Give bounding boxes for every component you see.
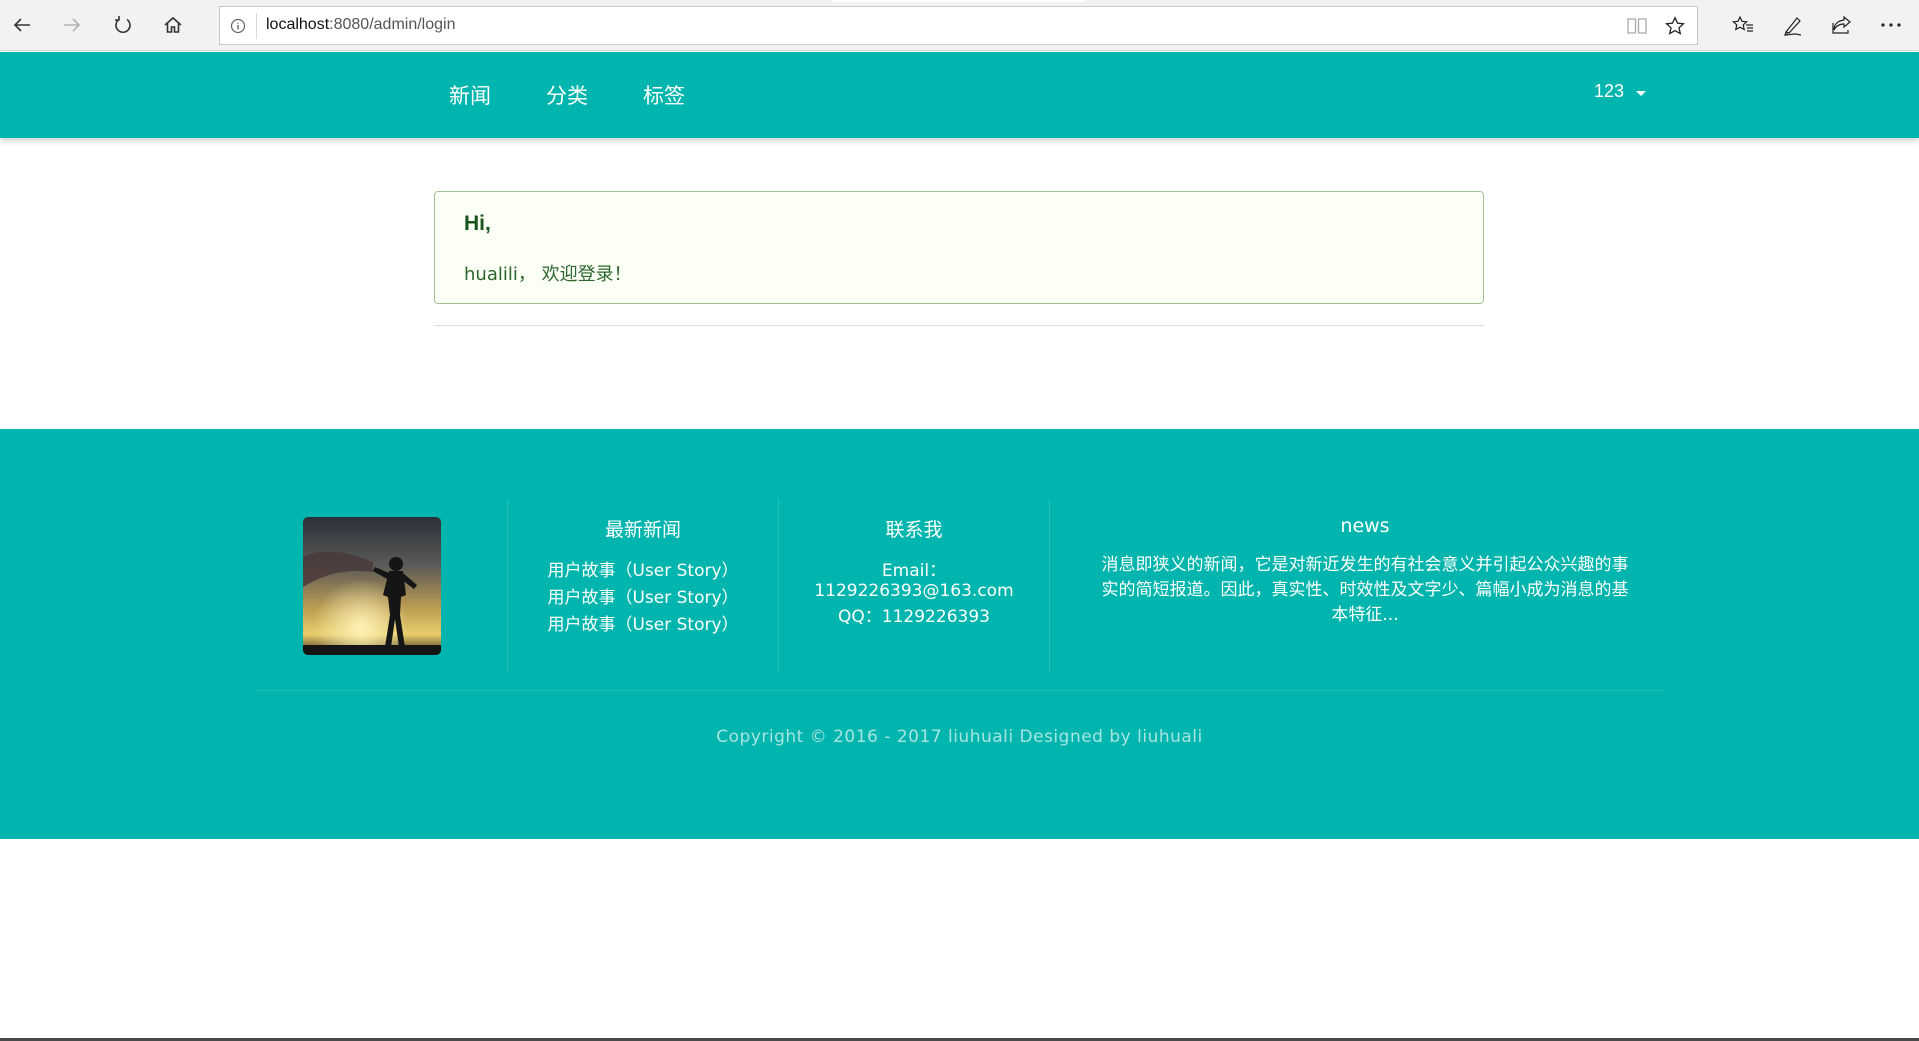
web-note-button[interactable]: [1776, 9, 1810, 41]
favorites-hub-button[interactable]: [1726, 9, 1760, 41]
contact-qq: QQ：1129226393: [838, 607, 990, 627]
footer-avatar-image: [303, 517, 441, 655]
favorites-list-icon: [1732, 15, 1753, 32]
user-name: 123: [1594, 81, 1625, 101]
favorite-star-icon[interactable]: [1665, 16, 1685, 36]
pen-icon: [1784, 17, 1802, 36]
contact-column: 联系我 Email： 1129226393@163.com QQ：1129226…: [779, 515, 1049, 630]
share-icon: [1832, 15, 1851, 34]
news-text-line: 本特征...: [1331, 605, 1399, 625]
info-icon[interactable]: [230, 18, 246, 34]
url-text[interactable]: localhost:8080/admin/login: [266, 16, 455, 34]
nav-item-news[interactable]: 新闻: [449, 80, 491, 110]
address-divider: [256, 13, 257, 39]
page-footer: 最新新闻 用户故事（User Story） 用户故事（User Story） 用…: [0, 429, 1919, 839]
contact-email: 1129226393@163.com: [814, 581, 1014, 601]
more-menu-button[interactable]: [1874, 9, 1908, 41]
home-icon: [164, 16, 182, 33]
home-button[interactable]: [157, 9, 189, 41]
share-button[interactable]: [1825, 9, 1859, 41]
welcome-message: Hi, hualili， 欢迎登录！: [434, 191, 1484, 304]
footer-separator: [254, 690, 1664, 691]
latest-news-link[interactable]: 用户故事（User Story）: [508, 558, 778, 585]
news-column: news 消息即狭义的新闻，它是对新近发生的有社会意义并引起公众兴趣的事 实的简…: [1050, 515, 1680, 628]
news-text-line: 消息即狭义的新闻，它是对新近发生的有社会意义并引起公众兴趣的事: [1101, 555, 1629, 575]
reading-view-icon[interactable]: [1627, 17, 1647, 35]
nav-item-categories[interactable]: 分类: [546, 80, 588, 110]
url-host: localhost: [266, 16, 330, 33]
nav-item-tags[interactable]: 标签: [643, 80, 685, 110]
top-navbar: 新闻 分类 标签 123: [0, 52, 1919, 138]
news-title: news: [1340, 515, 1390, 537]
forward-button[interactable]: [56, 9, 88, 41]
contact-title: 联系我: [885, 519, 943, 541]
copyright-text: Copyright © 2016 - 2017 liuhuali Designe…: [716, 727, 1203, 747]
content-divider: [434, 325, 1484, 326]
url-path: :8080/admin/login: [329, 16, 456, 33]
active-tab-indicator: [833, 0, 1085, 2]
news-text-line: 实的简短报道。因此，真实性、时效性及文字少、篇幅小成为消息的基: [1101, 580, 1629, 600]
address-bar[interactable]: localhost:8080/admin/login: [219, 6, 1698, 45]
refresh-button[interactable]: [107, 9, 139, 41]
back-arrow-icon: [13, 18, 30, 32]
latest-news-title: 最新新闻: [604, 519, 681, 541]
user-dropdown[interactable]: 123: [1594, 81, 1647, 102]
ellipsis-icon: [1881, 23, 1901, 27]
browser-toolbar: localhost:8080/admin/login: [0, 0, 1919, 51]
latest-news-link[interactable]: 用户故事（User Story）: [508, 585, 778, 612]
forward-arrow-icon: [64, 18, 81, 32]
latest-news-column: 最新新闻 用户故事（User Story） 用户故事（User Story） 用…: [508, 515, 778, 639]
message-header: Hi,: [464, 212, 491, 235]
message-text: hualili， 欢迎登录！: [464, 264, 632, 285]
refresh-icon: [115, 16, 131, 33]
caret-down-icon: [1636, 91, 1647, 96]
latest-news-link[interactable]: 用户故事（User Story）: [508, 612, 778, 639]
back-button[interactable]: [6, 9, 38, 41]
